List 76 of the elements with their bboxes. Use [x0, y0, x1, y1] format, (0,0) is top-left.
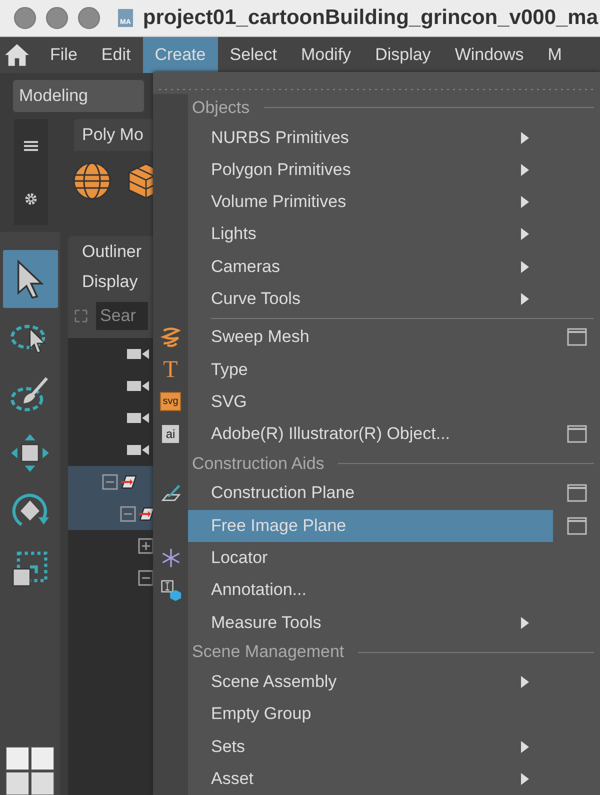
menu-bar-item[interactable]: M: [536, 37, 574, 73]
submenu-arrow-icon: [521, 740, 529, 753]
menu-item[interactable]: Empty Group: [188, 698, 553, 730]
menu-bar-item[interactable]: Edit: [89, 37, 143, 73]
menu-item[interactable]: Construction Plane: [188, 477, 553, 510]
menu-item[interactable]: Curve Tools: [188, 282, 553, 316]
outliner-menu[interactable]: Display: [68, 268, 152, 300]
menu-item[interactable]: SVG: [188, 386, 553, 418]
outliner-row[interactable]: [68, 498, 154, 530]
expand-toggle-icon[interactable]: [102, 474, 118, 490]
menu-item[interactable]: Scene Assembly: [188, 666, 553, 698]
menu-item[interactable]: Cameras: [188, 250, 553, 283]
sweep-mesh-icon: [160, 326, 182, 348]
search-field[interactable]: Sear: [96, 302, 148, 330]
expand-toggle-icon[interactable]: [120, 506, 136, 522]
menu-item[interactable]: Annotation...: [188, 574, 553, 607]
expand-toggle-icon[interactable]: [138, 570, 154, 586]
menu-item[interactable]: Free Image Plane: [188, 510, 553, 542]
menu-item[interactable]: Type: [188, 353, 553, 386]
type-tool-icon: T: [163, 358, 178, 382]
menu-item[interactable]: Lights: [188, 218, 553, 251]
submenu-arrow-icon: [521, 228, 529, 240]
submenu-arrow-icon: [521, 164, 529, 176]
transform-node-icon: [121, 475, 137, 489]
menu-icon[interactable]: [24, 138, 38, 152]
menu-bar-item[interactable]: Display: [363, 37, 443, 73]
section-header: Construction Aids: [191, 454, 326, 474]
menu-bar-item[interactable]: File: [38, 37, 90, 73]
locator-icon: [160, 547, 182, 570]
menu-item[interactable]: Locator: [188, 542, 553, 574]
sphere-icon[interactable]: [72, 161, 112, 201]
menu-bar-item[interactable]: Create: [142, 37, 218, 73]
submenu-arrow-icon: [521, 196, 529, 208]
option-box-icon[interactable]: [566, 484, 586, 502]
menu-item[interactable]: Sweep Mesh: [188, 321, 553, 354]
menu-item[interactable]: Adobe(R) Illustrator(R) Object...: [188, 418, 553, 450]
minimize-window-light[interactable]: [46, 7, 68, 29]
expand-toggle-icon[interactable]: [138, 538, 154, 554]
settings-icon[interactable]: [24, 192, 38, 206]
option-box-icon[interactable]: [566, 425, 586, 444]
menu-item[interactable]: Volume Primitives: [188, 186, 553, 218]
camera-icon: [126, 379, 150, 393]
submenu-arrow-icon: [521, 260, 529, 273]
section-header: Objects: [191, 98, 251, 118]
option-box-icon[interactable]: [566, 328, 586, 346]
submenu-arrow-icon: [521, 616, 529, 629]
submenu-arrow-icon: [521, 292, 529, 305]
camera-icon: [126, 443, 150, 457]
home-icon[interactable]: [4, 43, 30, 67]
svg-file-icon: svg: [160, 392, 182, 412]
submenu-arrow-icon: [521, 132, 529, 144]
section-header: Scene Management: [191, 642, 346, 662]
outliner-row[interactable]: [68, 466, 154, 498]
workspace-dropdown[interactable]: Modeling: [13, 80, 144, 112]
menu-item[interactable]: Measure Tools: [188, 606, 553, 639]
layout-grid-icon[interactable]: [5, 746, 55, 795]
annotation-icon: [160, 579, 182, 602]
illustrator-file-icon: ai: [162, 425, 180, 444]
option-box-icon[interactable]: [566, 516, 586, 535]
move-tool-icon: [9, 432, 51, 474]
menu-bar-item[interactable]: Select: [218, 37, 289, 73]
menu-bar-item[interactable]: Modify: [288, 37, 364, 73]
menu-item[interactable]: Polygon Primitives: [188, 154, 553, 186]
menu-item[interactable]: NURBS Primitives: [188, 121, 553, 154]
camera-icon: [126, 347, 150, 361]
tool-button[interactable]: [2, 250, 58, 308]
outliner-tab[interactable]: Outliner: [68, 236, 154, 268]
close-window-light[interactable]: [14, 7, 36, 29]
camera-icon: [126, 411, 150, 425]
menu-item[interactable]: Asset: [188, 762, 553, 795]
menu-item[interactable]: Sets: [188, 730, 553, 763]
submenu-arrow-icon: [521, 676, 529, 688]
submenu-arrow-icon: [521, 772, 529, 785]
zoom-window-light[interactable]: [78, 7, 100, 29]
window-title: project01_cartoonBuilding_grincon_v000_ma: [142, 6, 598, 30]
menu-bar-item[interactable]: Windows: [442, 37, 536, 73]
